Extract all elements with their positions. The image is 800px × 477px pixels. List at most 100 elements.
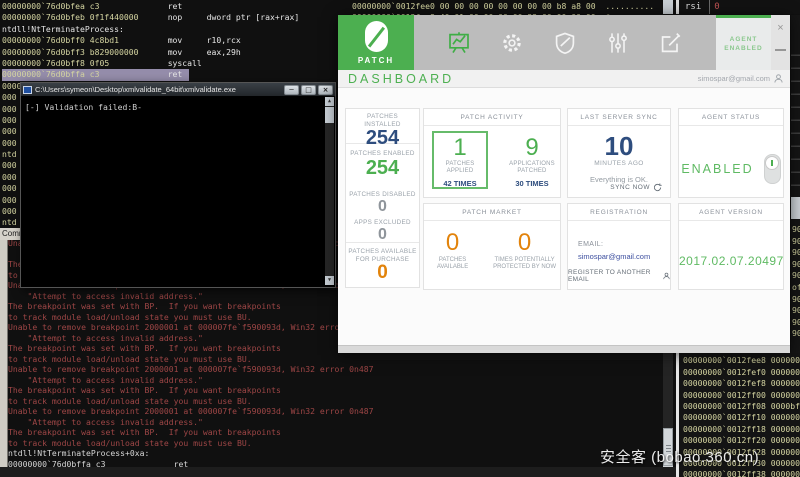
command-output-line: to track module load/unload state you mu… (8, 396, 373, 407)
account-email: simospar@gmail.com (698, 74, 770, 83)
page-title: DASHBOARD (348, 72, 454, 86)
disasm-address: 00000000`76d0bff8 0f05 (2, 58, 168, 68)
dashboard-chart-icon[interactable] (447, 31, 471, 55)
minimize-button[interactable]: ─ (284, 85, 299, 95)
console-output: [-] Validation failed:B- (21, 96, 335, 112)
disasm-address: 00000000`76d0bff0 4c8bd1 (2, 35, 168, 45)
memory-fragment: 90 (792, 224, 800, 236)
settings-gear-icon[interactable] (500, 31, 524, 55)
card-title: AGENT STATUS (679, 109, 783, 126)
scrollbar-fragment[interactable] (663, 0, 673, 14)
shield-icon[interactable] (553, 31, 577, 55)
summary-card: PATCHES INSTALLED 254 PATCHES ENABLED 25… (345, 108, 420, 288)
sync-now-button[interactable]: SYNC NOW (610, 183, 662, 192)
patch-activity-card: PATCH ACTIVITY 1 PATCHES APPLIED 42 TIME… (423, 108, 561, 198)
card-title: REGISTRATION (568, 204, 670, 221)
sync-unit: MINUTES AGO (568, 160, 670, 167)
minimize-icon[interactable] (775, 49, 786, 51)
registered-email: simospar@gmail.com (578, 252, 670, 261)
register-another-email-button[interactable]: REGISTER TO ANOTHER EMAIL (568, 269, 670, 283)
stat-value: 0 (346, 199, 419, 216)
disasm-address: 000 (2, 115, 17, 125)
command-output-line: The breakpoint was set with BP. If you w… (8, 427, 373, 438)
disasm-line: 00000000`76d0bfeb 0f1f440000 nop dword p… (2, 12, 299, 23)
console-scrollbar[interactable]: ▲ ▼ (325, 97, 334, 285)
agent-version-value: 2017.02.07.20497 (679, 254, 783, 268)
disasm-code: mov r10,rcx (168, 35, 241, 45)
command-output-line: "Attempt to access invalid address." (8, 333, 373, 344)
disasm-line: 00000000`76d0bffa c3 ret (2, 69, 189, 80)
disasm-address: 000 (2, 92, 17, 102)
stat-value: 0 (346, 263, 419, 283)
disasm-address: 00000000`76d0bff3 b829000000 (2, 47, 168, 57)
disasm-address: 000 (2, 183, 17, 193)
memory-fragment: 90 (792, 270, 800, 282)
close-button[interactable]: × (318, 85, 333, 95)
command-output-line: The breakpoint was set with BP. If you w… (8, 343, 373, 354)
patches-available-stat: 0 PATCHES AVAILABLE (424, 231, 481, 271)
last-server-sync-card: LAST SERVER SYNC 10 MINUTES AGO Everythi… (567, 108, 671, 198)
memory-line: 00000000`0012ff20 000000 (683, 435, 800, 446)
memory-fragment: 90 (792, 294, 800, 306)
command-output-line: Unable to remove breakpoint 2000001 at 0… (8, 406, 373, 417)
memory-line: 00000000`0012fee0 00 00 00 00 00 00 00 0… (352, 1, 678, 12)
toggle-knob (765, 156, 779, 170)
command-output-line: "Attempt to access invalid address." (8, 291, 373, 302)
refresh-icon (653, 183, 662, 192)
scroll-down-arrow-icon[interactable]: ▼ (325, 276, 334, 285)
levels-icon[interactable] (606, 31, 630, 55)
app-name: PATCH (358, 56, 394, 65)
command-output-line: to track module load/unload state you mu… (8, 354, 373, 365)
main-toolbar (414, 15, 716, 70)
agent-version-card: AGENT VERSION 2017.02.07.20497 (678, 203, 784, 290)
memory-fragment: 90 (792, 328, 800, 340)
applications-patched-stat: 9 APPLICATIONS PATCHED 30 TIMES (504, 131, 560, 189)
scrollbar-thumb[interactable] (791, 197, 800, 219)
command-output-line: "Attempt to access invalid address." (8, 417, 373, 428)
window-footer (338, 345, 790, 353)
disasm-address: 000 (2, 172, 17, 182)
disasm-address: 000 (2, 195, 17, 205)
account-area[interactable]: simospar@gmail.com (698, 74, 783, 83)
scrollbar-thumb[interactable] (325, 107, 334, 123)
dashboard-content: PATCHES INSTALLED 254 PATCHES ENABLED 25… (338, 88, 790, 345)
command-output-line: to track module load/unload state you mu… (8, 438, 373, 449)
memory-line: 00000000`0012ff00 000000 (683, 390, 800, 401)
card-title: PATCH ACTIVITY (424, 109, 560, 126)
scroll-up-arrow-icon[interactable]: ▲ (325, 97, 334, 106)
disasm-address: ntd (2, 149, 17, 159)
disasm-address: 00000000`76d0bffa c3 (2, 69, 168, 79)
memory-line: 00000000`0012ff08 0000bf (683, 401, 800, 412)
maximize-button[interactable]: □ (301, 85, 316, 95)
disasm-address: ntd (2, 217, 17, 227)
console-icon (23, 86, 32, 94)
close-icon[interactable]: × (771, 23, 790, 34)
stat-label: PATCHES INSTALLED (346, 112, 419, 128)
stat-value: 254 (346, 158, 419, 179)
command-output-line: Unable to remove breakpoint 2000001 at 0… (8, 322, 373, 333)
app-header: PATCH (338, 15, 790, 70)
memory-line: 00000000`0012ff10 000000 (683, 412, 800, 423)
stat-label: PATCHES AVAILABLE FOR PURCHASE (346, 247, 419, 263)
disasm-address: 00000000`76d0bfea c3 (2, 1, 168, 11)
patch-logo[interactable]: PATCH (338, 15, 414, 70)
window-edge-strip (0, 240, 8, 467)
agent-enabled-badge: AGENT ENABLED (716, 15, 771, 70)
registration-card: REGISTRATION EMAIL: simospar@gmail.com R… (567, 203, 671, 290)
agent-toggle[interactable] (764, 154, 781, 184)
disasm-address: 000 (2, 126, 17, 136)
statusbar-band (0, 467, 676, 477)
registers-pane: rsi 0 (676, 0, 800, 14)
email-label: EMAIL: (578, 241, 670, 248)
compose-icon[interactable] (659, 31, 683, 55)
memory-fragment: 90 (792, 259, 800, 271)
memory-fragment: of (792, 282, 800, 294)
memory-fragment: 90 (792, 236, 800, 248)
card-title: AGENT VERSION (679, 204, 783, 221)
disasm-code: ret (168, 1, 183, 11)
memory-line: 00000000`0012fee8 000000 (683, 355, 800, 366)
console-titlebar[interactable]: C:\Users\symeon\Desktop\xmlvalidate_64bi… (21, 83, 335, 96)
console-window: C:\Users\symeon\Desktop\xmlvalidate_64bi… (20, 82, 336, 288)
user-icon (663, 272, 670, 280)
stat-value: 0 (346, 227, 419, 244)
